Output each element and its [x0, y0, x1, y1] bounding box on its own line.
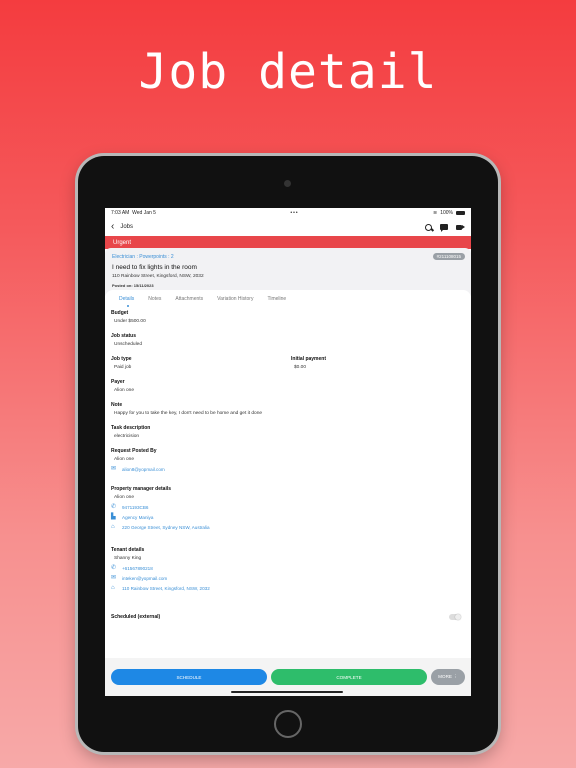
- request-posted-field: Request Posted By Alion one ✉ alion8@yop…: [111, 448, 165, 472]
- task-value: electricision: [114, 434, 140, 439]
- scheduled-external-field: Scheduled (external): [111, 614, 451, 620]
- request-email-row[interactable]: ✉ alion8@yopmail.com: [111, 466, 165, 472]
- task-label: Task description: [111, 425, 151, 431]
- back-chevron-icon[interactable]: ‹: [111, 222, 114, 232]
- tab-variation-history[interactable]: Variation History: [217, 296, 253, 310]
- chat-icon[interactable]: [440, 224, 448, 232]
- property-manager-field: Property manager details Alion one ✆ 947…: [111, 486, 210, 530]
- note-field: Note Happy for you to take the key, I do…: [111, 402, 262, 416]
- job-status-value: Unscheduled: [114, 342, 143, 347]
- tab-details[interactable]: Details: [119, 296, 134, 310]
- initial-payment-value: $0.00: [294, 365, 307, 370]
- pm-address[interactable]: 220 George Street, Sydney NSW, Australia: [122, 525, 210, 530]
- home-indicator: [231, 691, 343, 693]
- location-icon: ⌂: [111, 524, 115, 530]
- details-panel: Details Notes Attachments Variation Hist…: [105, 290, 471, 650]
- status-bar: 7:03 AM Wed Jan 5 ••• ≋ 100%: [105, 208, 471, 218]
- job-title: I need to fix lights in the room: [112, 264, 197, 271]
- pm-name: Alion one: [114, 495, 135, 500]
- tab-bar: Details Notes Attachments Variation Hist…: [105, 290, 471, 310]
- job-posted-date: Posted on: 15/11/2023: [112, 283, 154, 288]
- camera-dot: [284, 180, 291, 187]
- budget-field: Budget Under $500.00: [111, 310, 146, 324]
- pm-phone[interactable]: 9471193CB6: [122, 505, 148, 510]
- request-label: Request Posted By: [111, 448, 157, 454]
- pm-phone-row[interactable]: ✆ 9471193CB6: [111, 504, 210, 510]
- job-address: 110 Rainbow Street, Kingsford, NSW, 2032: [112, 274, 204, 279]
- budget-value: Under $500.00: [114, 319, 146, 324]
- job-category[interactable]: Electrician : Powerpoints : 2: [112, 254, 464, 260]
- request-name: Alion one: [114, 457, 135, 462]
- pm-agency[interactable]: Agency Maniya: [122, 515, 153, 520]
- wifi-icon: ≋: [433, 210, 438, 216]
- details-content: Budget Under $500.00 Job status Unschedu…: [105, 310, 471, 650]
- app-screen: 7:03 AM Wed Jan 5 ••• ≋ 100% ‹ Jobs Urge…: [105, 208, 471, 696]
- tenant-address[interactable]: 110 Rainbow Street, Kingsford, NSW, 2032: [122, 586, 210, 591]
- payer-field: Payer Alion one: [111, 379, 134, 393]
- complete-button[interactable]: COMPLETE: [271, 669, 427, 685]
- tab-notes[interactable]: Notes: [148, 296, 161, 310]
- urgent-label: Urgent: [113, 239, 132, 246]
- tab-timeline[interactable]: Timeline: [267, 296, 286, 310]
- tenant-phone[interactable]: +61567890218: [122, 566, 153, 571]
- job-header-card: Electrician : Powerpoints : 2 #211108015…: [105, 248, 471, 296]
- page-headline: Job detail: [138, 44, 438, 100]
- job-type-value: Paid job: [114, 365, 132, 370]
- video-icon[interactable]: [456, 224, 465, 230]
- battery-percent: 100%: [440, 210, 453, 216]
- note-value: Happy for you to take the key, I don't n…: [114, 411, 263, 416]
- email-icon: ✉: [111, 575, 117, 581]
- pm-label: Property manager details: [111, 486, 172, 492]
- job-status-label: Job status: [111, 333, 137, 339]
- budget-label: Budget: [111, 310, 129, 316]
- email-icon: ✉: [111, 466, 117, 472]
- tenant-phone-row[interactable]: ✆ +61567890218: [111, 565, 210, 571]
- tenant-email-row[interactable]: ✉ inteken@yopmail.com: [111, 575, 210, 581]
- nav-bar: ‹ Jobs: [105, 218, 471, 236]
- task-field: Task description electricision: [111, 425, 150, 439]
- more-button[interactable]: MORE ⋮: [431, 669, 465, 685]
- status-date: Wed Jan 5: [132, 210, 156, 216]
- tablet-frame: 7:03 AM Wed Jan 5 ••• ≋ 100% ‹ Jobs Urge…: [78, 156, 498, 752]
- back-label[interactable]: Jobs: [120, 224, 425, 230]
- payer-label: Payer: [111, 379, 125, 385]
- phone-icon: ✆: [111, 565, 117, 571]
- status-time: 7:03 AM: [111, 210, 130, 216]
- phone-icon: ✆: [111, 504, 117, 510]
- search-icon[interactable]: [425, 223, 432, 231]
- tenant-email[interactable]: inteken@yopmail.com: [122, 576, 167, 581]
- location-icon: ⌂: [111, 585, 115, 591]
- note-label: Note: [111, 402, 123, 408]
- pm-address-row[interactable]: ⌂ 220 George Street, Sydney NSW, Austral…: [111, 524, 210, 530]
- schedule-button[interactable]: SCHEDULE: [111, 669, 267, 685]
- scheduled-toggle[interactable]: [449, 613, 461, 620]
- action-bar: SCHEDULE COMPLETE MORE ⋮: [105, 658, 471, 696]
- job-type-label: Job type: [111, 356, 132, 362]
- tenant-field: Tenant details Shanny King ✆ +6156789021…: [111, 547, 210, 591]
- tenant-address-row[interactable]: ⌂ 110 Rainbow Street, Kingsford, NSW, 20…: [111, 585, 210, 591]
- job-id-badge: #211108015: [432, 253, 465, 260]
- scheduled-label: Scheduled (external): [111, 614, 161, 620]
- tab-attachments[interactable]: Attachments: [175, 296, 203, 310]
- status-dots: •••: [290, 210, 299, 216]
- job-type-field: Job type Paid job: [111, 356, 132, 370]
- tenant-name: Shanny King: [114, 556, 142, 561]
- request-email[interactable]: alion8@yopmail.com: [122, 467, 165, 472]
- tenant-label: Tenant details: [111, 547, 145, 553]
- building-icon: ▙: [111, 514, 116, 520]
- home-button[interactable]: [274, 710, 302, 738]
- battery-icon: [456, 211, 465, 215]
- pm-agency-row[interactable]: ▙ Agency Maniya: [111, 514, 210, 520]
- initial-payment-field: Initial payment $0.00: [291, 356, 326, 370]
- job-status-field: Job status Unscheduled: [111, 333, 142, 347]
- payer-value: Alion one: [114, 388, 135, 393]
- initial-payment-label: Initial payment: [291, 356, 327, 362]
